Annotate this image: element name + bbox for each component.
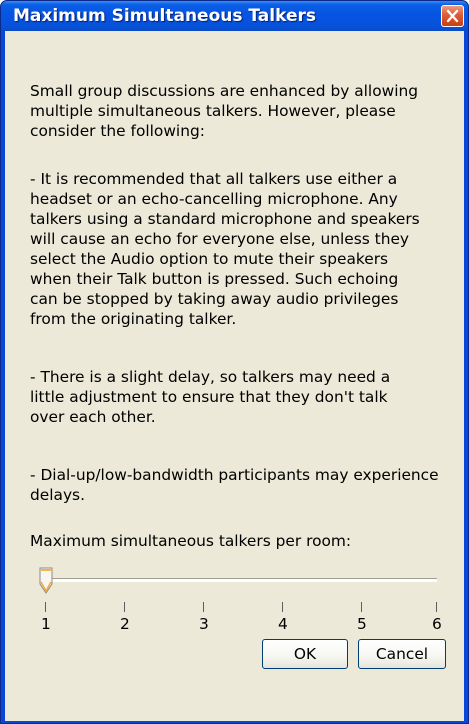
intro-text: Small group discussions are enhanced by …: [30, 82, 418, 140]
cancel-button[interactable]: Cancel: [358, 639, 446, 669]
bullet-delay: - There is a slight delay, so talkers ma…: [30, 368, 391, 426]
tick-label-6: 6: [432, 615, 442, 633]
slider-tick: [124, 602, 125, 612]
slider-label: Maximum simultaneous talkers per room:: [30, 532, 352, 550]
close-button[interactable]: [441, 5, 464, 27]
slider-tick: [203, 602, 204, 612]
slider-tick: [45, 602, 46, 612]
bullet-bandwidth: - Dial-up/low-bandwidth participants may…: [30, 466, 439, 504]
ok-button[interactable]: OK: [262, 639, 348, 669]
close-icon: [446, 9, 459, 23]
talkers-slider[interactable]: 1 2 3 4 5 6: [36, 567, 446, 635]
slider-tick: [361, 602, 362, 612]
tick-label-4: 4: [278, 615, 288, 633]
slider-tick: [436, 602, 437, 612]
slider-thumb-icon[interactable]: [38, 567, 54, 595]
slider-track: [44, 578, 437, 582]
window-title: Maximum Simultaneous Talkers: [13, 6, 316, 26]
title-bar[interactable]: Maximum Simultaneous Talkers: [1, 1, 468, 31]
slider-tick: [282, 602, 283, 612]
bullet-echo: - It is recommended that all talkers use…: [30, 170, 420, 328]
tick-label-2: 2: [120, 615, 130, 633]
tick-label-3: 3: [199, 615, 209, 633]
tick-label-1: 1: [41, 615, 51, 633]
tick-label-5: 5: [357, 615, 367, 633]
